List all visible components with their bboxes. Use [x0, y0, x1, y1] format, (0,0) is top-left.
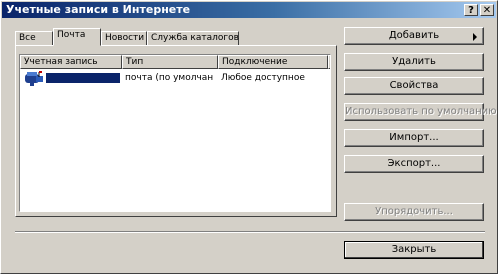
account-connection: Любое доступное	[221, 73, 305, 83]
list-item[interactable]: почта (по умолчан Любое доступное	[20, 69, 330, 87]
tab-news[interactable]: Новости	[101, 31, 147, 45]
close-window-button[interactable]: ✕	[480, 4, 494, 16]
close-button[interactable]: Закрыть	[344, 241, 484, 259]
tab-mail[interactable]: Почта	[53, 28, 101, 46]
mail-account-icon	[25, 71, 43, 86]
chevron-right-icon	[473, 33, 477, 41]
column-header-account[interactable]: Учетная запись	[20, 55, 122, 69]
column-header-type[interactable]: Тип	[122, 55, 218, 69]
column-header-connection[interactable]: Подключение	[218, 55, 328, 69]
import-button[interactable]: Импорт...	[344, 129, 484, 147]
add-button[interactable]: Добавить	[344, 27, 484, 45]
title-bar[interactable]: Учетные записи в Интернете ? ✕	[2, 2, 496, 18]
order-button[interactable]: Упорядочить...	[344, 203, 484, 221]
export-button[interactable]: Экспорт...	[344, 155, 484, 173]
separator	[15, 231, 485, 233]
tab-all[interactable]: Все	[15, 31, 53, 45]
tab-directory-service[interactable]: Служба каталогов	[147, 31, 239, 45]
window-title: Учетные записи в Интернете	[6, 3, 191, 16]
set-default-button[interactable]: Использовать по умолчанию	[344, 103, 497, 121]
accounts-dialog: Учетные записи в Интернете ? ✕ Все Новос…	[0, 0, 498, 274]
selected-account-name[interactable]	[46, 73, 120, 83]
column-header-filler	[328, 55, 330, 69]
remove-button[interactable]: Удалить	[344, 53, 484, 71]
properties-button[interactable]: Свойства	[344, 77, 484, 95]
add-button-label: Добавить	[388, 30, 440, 41]
help-button[interactable]: ?	[464, 4, 478, 16]
accounts-list[interactable]: Учетная запись Тип Подключение почта (по…	[19, 54, 331, 212]
account-type: почта (по умолчан	[125, 73, 214, 83]
